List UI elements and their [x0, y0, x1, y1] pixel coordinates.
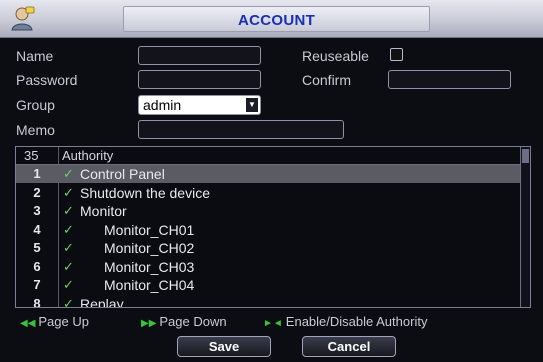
reuseable-label: Reuseable — [302, 48, 369, 64]
memo-field[interactable] — [138, 120, 344, 139]
authority-row-number: 2 — [33, 184, 41, 200]
authority-row-label: Monitor_CH03 — [104, 258, 195, 275]
reuseable-checkbox[interactable] — [390, 48, 403, 61]
user-icon — [11, 6, 35, 31]
authority-row[interactable]: 8 ✓ Replay — [16, 295, 521, 308]
authority-row-number: 8 — [33, 295, 41, 308]
chevron-down-icon[interactable]: ▼ — [246, 98, 258, 112]
authority-row[interactable]: 3 ✓ Monitor — [16, 202, 521, 220]
authority-row-label: Monitor_CH01 — [104, 221, 195, 238]
authority-row[interactable]: 4 ✓ Monitor_CH01 — [16, 221, 521, 239]
authority-header: Authority — [62, 148, 114, 163]
page-up-key-icon: ◀◀ — [20, 318, 36, 329]
authority-row[interactable]: 7 ✓ Monitor_CH04 — [16, 276, 521, 294]
authority-list[interactable]: 35 Authority 1 ✓ Control Panel 2 ✓ Shutdown t… — [15, 146, 531, 308]
confirm-field[interactable] — [388, 70, 511, 89]
hint-page-down: ▶▶ Page Down — [141, 314, 227, 329]
password-field[interactable] — [138, 70, 261, 89]
check-icon[interactable]: ✓ — [63, 222, 74, 238]
check-icon[interactable]: ✓ — [63, 277, 74, 293]
authority-row-label: Replay — [80, 295, 124, 308]
authority-row-number: 1 — [33, 166, 41, 181]
authority-row-number: 7 — [33, 277, 41, 292]
cancel-button[interactable]: Cancel — [302, 336, 396, 357]
hint-toggle-label: Enable/Disable Authority — [285, 314, 428, 329]
authority-row[interactable]: 1 ✓ Control Panel — [16, 165, 521, 183]
authority-row-label: Shutdown the device — [80, 184, 210, 201]
memo-label: Memo — [16, 122, 55, 138]
title-tab: ACCOUNT — [123, 6, 430, 32]
authority-row[interactable]: 2 ✓ Shutdown the device — [16, 184, 521, 202]
check-icon[interactable]: ✓ — [63, 259, 74, 275]
authority-row[interactable]: 5 ✓ Monitor_CH02 — [16, 239, 521, 257]
group-select[interactable]: admin ▼ — [138, 95, 261, 115]
authority-row-label: Monitor_CH04 — [104, 277, 195, 293]
check-icon[interactable]: ✓ — [63, 296, 74, 308]
list-scrollbar[interactable] — [520, 147, 530, 307]
title-bar: ACCOUNT — [0, 0, 543, 38]
hint-page-up: ◀◀ Page Up — [20, 314, 89, 329]
save-button[interactable]: Save — [177, 336, 271, 357]
password-label: Password — [16, 72, 78, 88]
scrollbar-thumb[interactable] — [522, 149, 529, 163]
check-icon[interactable]: ✓ — [63, 166, 74, 182]
hint-page-up-label: Page Up — [38, 314, 89, 329]
group-select-value: admin — [143, 97, 182, 113]
authority-list-header: 35 Authority — [16, 147, 530, 165]
window-title: ACCOUNT — [237, 12, 316, 29]
check-icon[interactable]: ✓ — [63, 185, 74, 201]
confirm-label: Confirm — [302, 72, 352, 88]
authority-count: 35 — [24, 148, 39, 163]
authority-row[interactable]: 6 ✓ Monitor_CH03 — [16, 258, 521, 276]
hint-page-down-label: Page Down — [159, 314, 227, 329]
authority-row-label: Control Panel — [80, 166, 165, 182]
authority-row-number: 4 — [33, 221, 41, 237]
group-label: Group — [16, 97, 55, 113]
hint-toggle: ►◄ Enable/Disable Authority — [263, 314, 427, 329]
toggle-key-icon: ►◄ — [263, 318, 283, 329]
authority-row-number: 3 — [33, 203, 41, 218]
check-icon[interactable]: ✓ — [63, 203, 74, 219]
account-window: ACCOUNT Name Reuseable Password Confirm … — [0, 0, 543, 362]
name-field[interactable] — [138, 46, 261, 65]
authority-row-number: 6 — [33, 258, 41, 274]
authority-row-number: 5 — [33, 240, 41, 255]
authority-row-label: Monitor_CH02 — [104, 240, 195, 256]
name-label: Name — [16, 48, 54, 64]
authority-row-label: Monitor — [80, 203, 127, 219]
page-down-key-icon: ▶▶ — [141, 318, 157, 329]
check-icon[interactable]: ✓ — [63, 240, 74, 256]
